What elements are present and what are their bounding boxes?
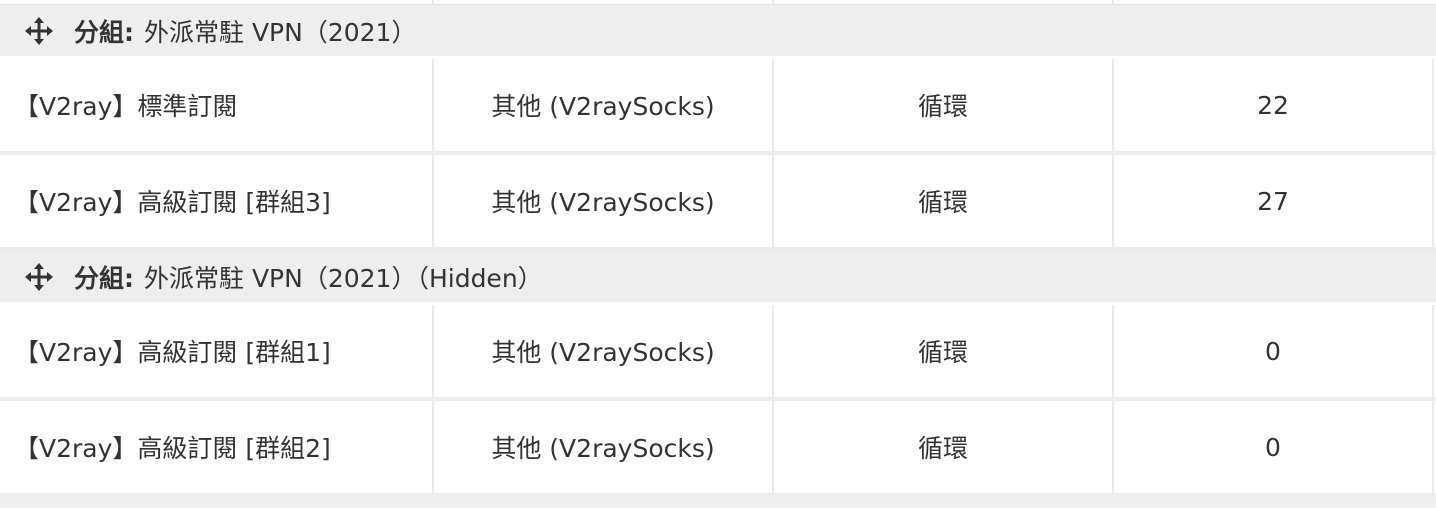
product-name[interactable]: 【V2ray】高級訂閱 [群組3] <box>0 155 434 247</box>
column-divider <box>772 0 774 4</box>
product-name[interactable]: 【V2ray】高級訂閱 [群組2] <box>0 401 434 493</box>
module-type: 其他 (V2raySocks) <box>434 305 774 397</box>
usage-count: 27 <box>1114 155 1434 247</box>
move-arrows-icon[interactable] <box>24 16 54 46</box>
module-type: 其他 (V2raySocks) <box>434 401 774 493</box>
billing-type: 循環 <box>774 59 1114 151</box>
group-label: 分組: <box>74 17 134 47</box>
move-arrows-icon[interactable] <box>24 262 54 292</box>
table-row[interactable]: 【V2ray】高級訂閱 [群組3] 其他 (V2raySocks) 循環 27 <box>0 155 1436 251</box>
product-name[interactable]: 【V2ray】標準訂閱 <box>0 59 434 151</box>
table-row[interactable]: 【V2ray】高級訂閱 [群組2] 其他 (V2raySocks) 循環 0 <box>0 401 1436 497</box>
billing-type: 循環 <box>774 155 1114 247</box>
usage-count: 0 <box>1114 305 1434 397</box>
group-header: 分組: 外派常駐 VPN（2021）（Hidden） <box>0 251 1436 305</box>
billing-type: 循環 <box>774 305 1114 397</box>
billing-type: 循環 <box>774 401 1114 493</box>
column-divider <box>432 0 434 4</box>
module-type: 其他 (V2raySocks) <box>434 59 774 151</box>
group-name: 外派常駐 VPN（2021）（Hidden） <box>144 263 543 293</box>
group-header: 分組: 外派常駐 VPN（2021） <box>0 5 1436 59</box>
group-name: 外派常駐 VPN（2021） <box>144 17 417 47</box>
product-name[interactable]: 【V2ray】高級訂閱 [群組1] <box>0 305 434 397</box>
group-label: 分組: <box>74 263 134 293</box>
table-top-edge <box>0 0 1436 5</box>
table-row[interactable]: 【V2ray】標準訂閱 其他 (V2raySocks) 循環 22 <box>0 59 1436 155</box>
module-type: 其他 (V2raySocks) <box>434 155 774 247</box>
products-table: 分組: 外派常駐 VPN（2021） 【V2ray】標準訂閱 其他 (V2ray… <box>0 0 1436 497</box>
usage-count: 22 <box>1114 59 1434 151</box>
column-divider <box>1112 0 1114 4</box>
usage-count: 0 <box>1114 401 1434 493</box>
table-row[interactable]: 【V2ray】高級訂閱 [群組1] 其他 (V2raySocks) 循環 0 <box>0 305 1436 401</box>
